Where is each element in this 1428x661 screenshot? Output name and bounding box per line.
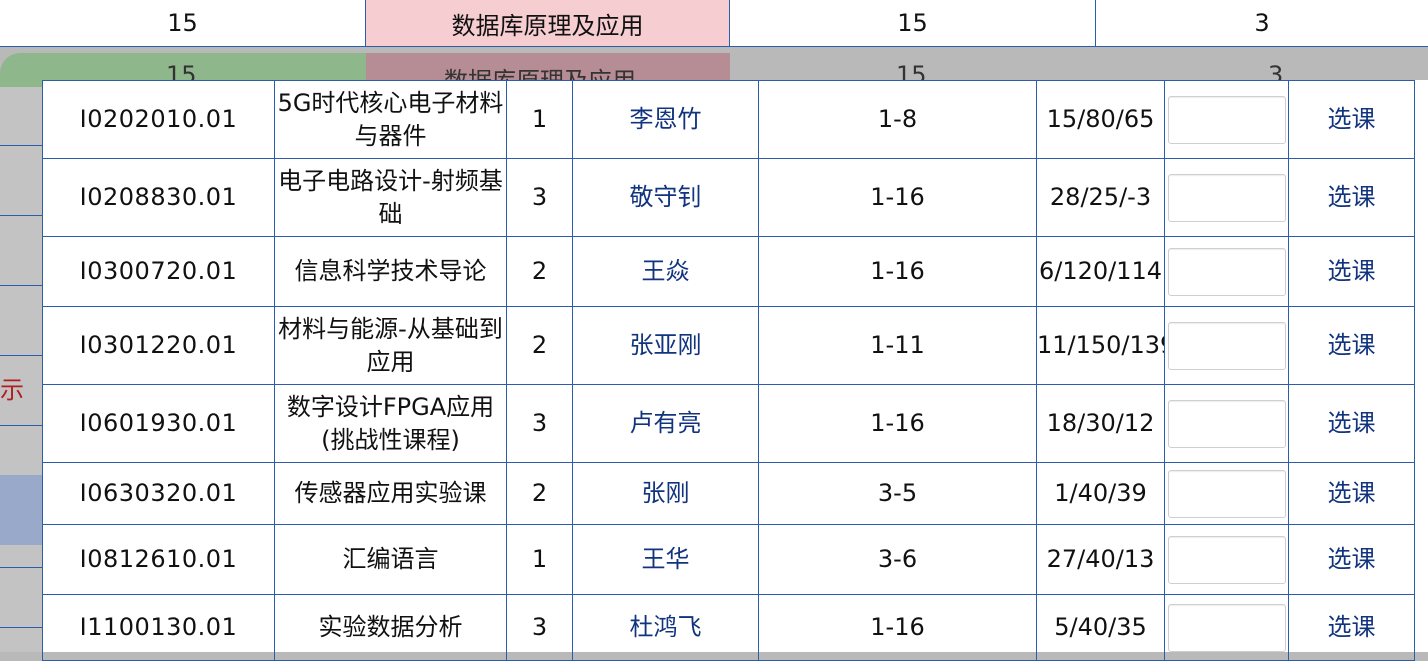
course-name: 实验数据分析 [274, 594, 507, 661]
course-teacher: 王焱 [572, 236, 759, 307]
priority-input-cell [1164, 236, 1289, 307]
course-weeks: 3-5 [758, 462, 1037, 525]
priority-input-cell [1164, 158, 1289, 237]
course-name: 电子电路设计-射频基础 [274, 158, 507, 237]
course-row: I0630320.01 传感器应用实验课 2 张刚 3-5 1/40/39 选课 [42, 462, 1415, 525]
course-teacher: 卢有亮 [572, 384, 759, 463]
course-code: I0630320.01 [42, 462, 275, 525]
course-teacher: 李恩竹 [572, 80, 759, 159]
divider [0, 355, 42, 356]
course-capacity: 18/30/12 [1036, 384, 1165, 463]
course-row: I0300720.01 信息科学技术导论 2 王焱 1-16 6/120/114 选课 [42, 236, 1415, 307]
bg-cell: 15 [730, 0, 1096, 47]
course-row: I0208830.01 电子电路设计-射频基础 3 敬守钊 1-16 28/25/-3 选课 [42, 158, 1415, 237]
select-course-link[interactable]: 选课 [1288, 462, 1415, 525]
course-teacher: 张刚 [572, 462, 759, 525]
priority-input-cell [1164, 462, 1289, 525]
select-course-link[interactable]: 选课 [1288, 158, 1415, 237]
course-name: 数字设计FPGA应用(挑战性课程) [274, 384, 507, 463]
priority-input[interactable] [1167, 247, 1286, 296]
course-weeks: 1-16 [758, 384, 1037, 463]
background-left-strip: 示 [0, 87, 42, 652]
select-course-link[interactable]: 选课 [1288, 594, 1415, 661]
course-credit: 1 [506, 524, 573, 595]
course-code: I0601930.01 [42, 384, 275, 463]
priority-input[interactable] [1167, 173, 1286, 222]
course-teacher: 王华 [572, 524, 759, 595]
course-row: I1100130.01 实验数据分析 3 杜鸿飞 1-16 5/40/35 选课 [42, 594, 1415, 661]
course-teacher: 张亚刚 [572, 306, 759, 385]
course-capacity: 28/25/-3 [1036, 158, 1165, 237]
truncated-label: 示 [0, 376, 24, 404]
divider [0, 145, 42, 146]
priority-input[interactable] [1167, 603, 1286, 652]
course-credit: 3 [506, 384, 573, 463]
bg-blue-block [0, 475, 42, 545]
course-row: I0301220.01 材料与能源-从基础到应用 2 张亚刚 1-11 11/150/13… [42, 306, 1415, 385]
course-teacher: 敬守钊 [572, 158, 759, 237]
bg-course-name-cell: 数据库原理及应用 [366, 0, 730, 47]
course-credit: 3 [506, 594, 573, 661]
course-credit: 2 [506, 236, 573, 307]
course-capacity: 15/80/65 [1036, 80, 1165, 159]
select-course-link[interactable]: 选课 [1288, 80, 1415, 159]
bg-cell: 3 [1096, 0, 1428, 47]
divider [0, 425, 42, 426]
priority-input[interactable] [1167, 535, 1286, 584]
priority-input[interactable] [1167, 95, 1286, 144]
course-credit: 2 [506, 462, 573, 525]
priority-input[interactable] [1167, 469, 1286, 518]
course-name: 传感器应用实验课 [274, 462, 507, 525]
course-capacity: 27/40/13 [1036, 524, 1165, 595]
course-code: I0208830.01 [42, 158, 275, 237]
course-credit: 2 [506, 306, 573, 385]
course-table: I0202010.01 5G时代核心电子材料与器件 1 李恩竹 1-8 15/80/65 选… [42, 80, 1415, 661]
select-course-link[interactable]: 选课 [1288, 384, 1415, 463]
course-credit: 1 [506, 80, 573, 159]
course-name: 汇编语言 [274, 524, 507, 595]
priority-input-cell [1164, 384, 1289, 463]
course-name: 信息科学技术导论 [274, 236, 507, 307]
course-code: I0812610.01 [42, 524, 275, 595]
divider [0, 627, 42, 628]
course-code: I0300720.01 [42, 236, 275, 307]
priority-input-cell [1164, 524, 1289, 595]
divider [0, 285, 42, 286]
course-name: 5G时代核心电子材料与器件 [274, 80, 507, 159]
priority-input-cell [1164, 80, 1289, 159]
priority-input[interactable] [1167, 399, 1286, 448]
course-weeks: 1-11 [758, 306, 1037, 385]
bg-cell: 15 [0, 0, 366, 47]
course-capacity: 6/120/114 [1036, 236, 1165, 307]
course-row: I0601930.01 数字设计FPGA应用(挑战性课程) 3 卢有亮 1-16 18/3… [42, 384, 1415, 463]
select-course-link[interactable]: 选课 [1288, 524, 1415, 595]
course-weeks: 1-16 [758, 594, 1037, 661]
course-code: I0202010.01 [42, 80, 275, 159]
divider [0, 567, 42, 568]
priority-input-cell [1164, 306, 1289, 385]
course-credit: 3 [506, 158, 573, 237]
priority-input-cell [1164, 594, 1289, 661]
course-capacity: 5/40/35 [1036, 594, 1165, 661]
course-weeks: 3-6 [758, 524, 1037, 595]
course-name: 材料与能源-从基础到应用 [274, 306, 507, 385]
select-course-link[interactable]: 选课 [1288, 306, 1415, 385]
course-code: I1100130.01 [42, 594, 275, 661]
course-teacher: 杜鸿飞 [572, 594, 759, 661]
course-weeks: 1-16 [758, 158, 1037, 237]
divider [0, 215, 42, 216]
course-table-body: I0202010.01 5G时代核心电子材料与器件 1 李恩竹 1-8 15/80/65 选… [42, 80, 1415, 661]
select-course-link[interactable]: 选课 [1288, 236, 1415, 307]
course-weeks: 1-8 [758, 80, 1037, 159]
course-capacity: 11/150/139 [1036, 306, 1165, 385]
course-code: I0301220.01 [42, 306, 275, 385]
background-table-row: 15 数据库原理及应用 15 3 [0, 0, 1428, 47]
course-capacity: 1/40/39 [1036, 462, 1165, 525]
course-row: I0812610.01 汇编语言 1 王华 3-6 27/40/13 选课 [42, 524, 1415, 595]
priority-input[interactable] [1167, 321, 1286, 370]
course-weeks: 1-16 [758, 236, 1037, 307]
course-list-overlay: I0202010.01 5G时代核心电子材料与器件 1 李恩竹 1-8 15/80/65 选… [42, 80, 1428, 661]
course-row: I0202010.01 5G时代核心电子材料与器件 1 李恩竹 1-8 15/80/65 选… [42, 80, 1415, 159]
